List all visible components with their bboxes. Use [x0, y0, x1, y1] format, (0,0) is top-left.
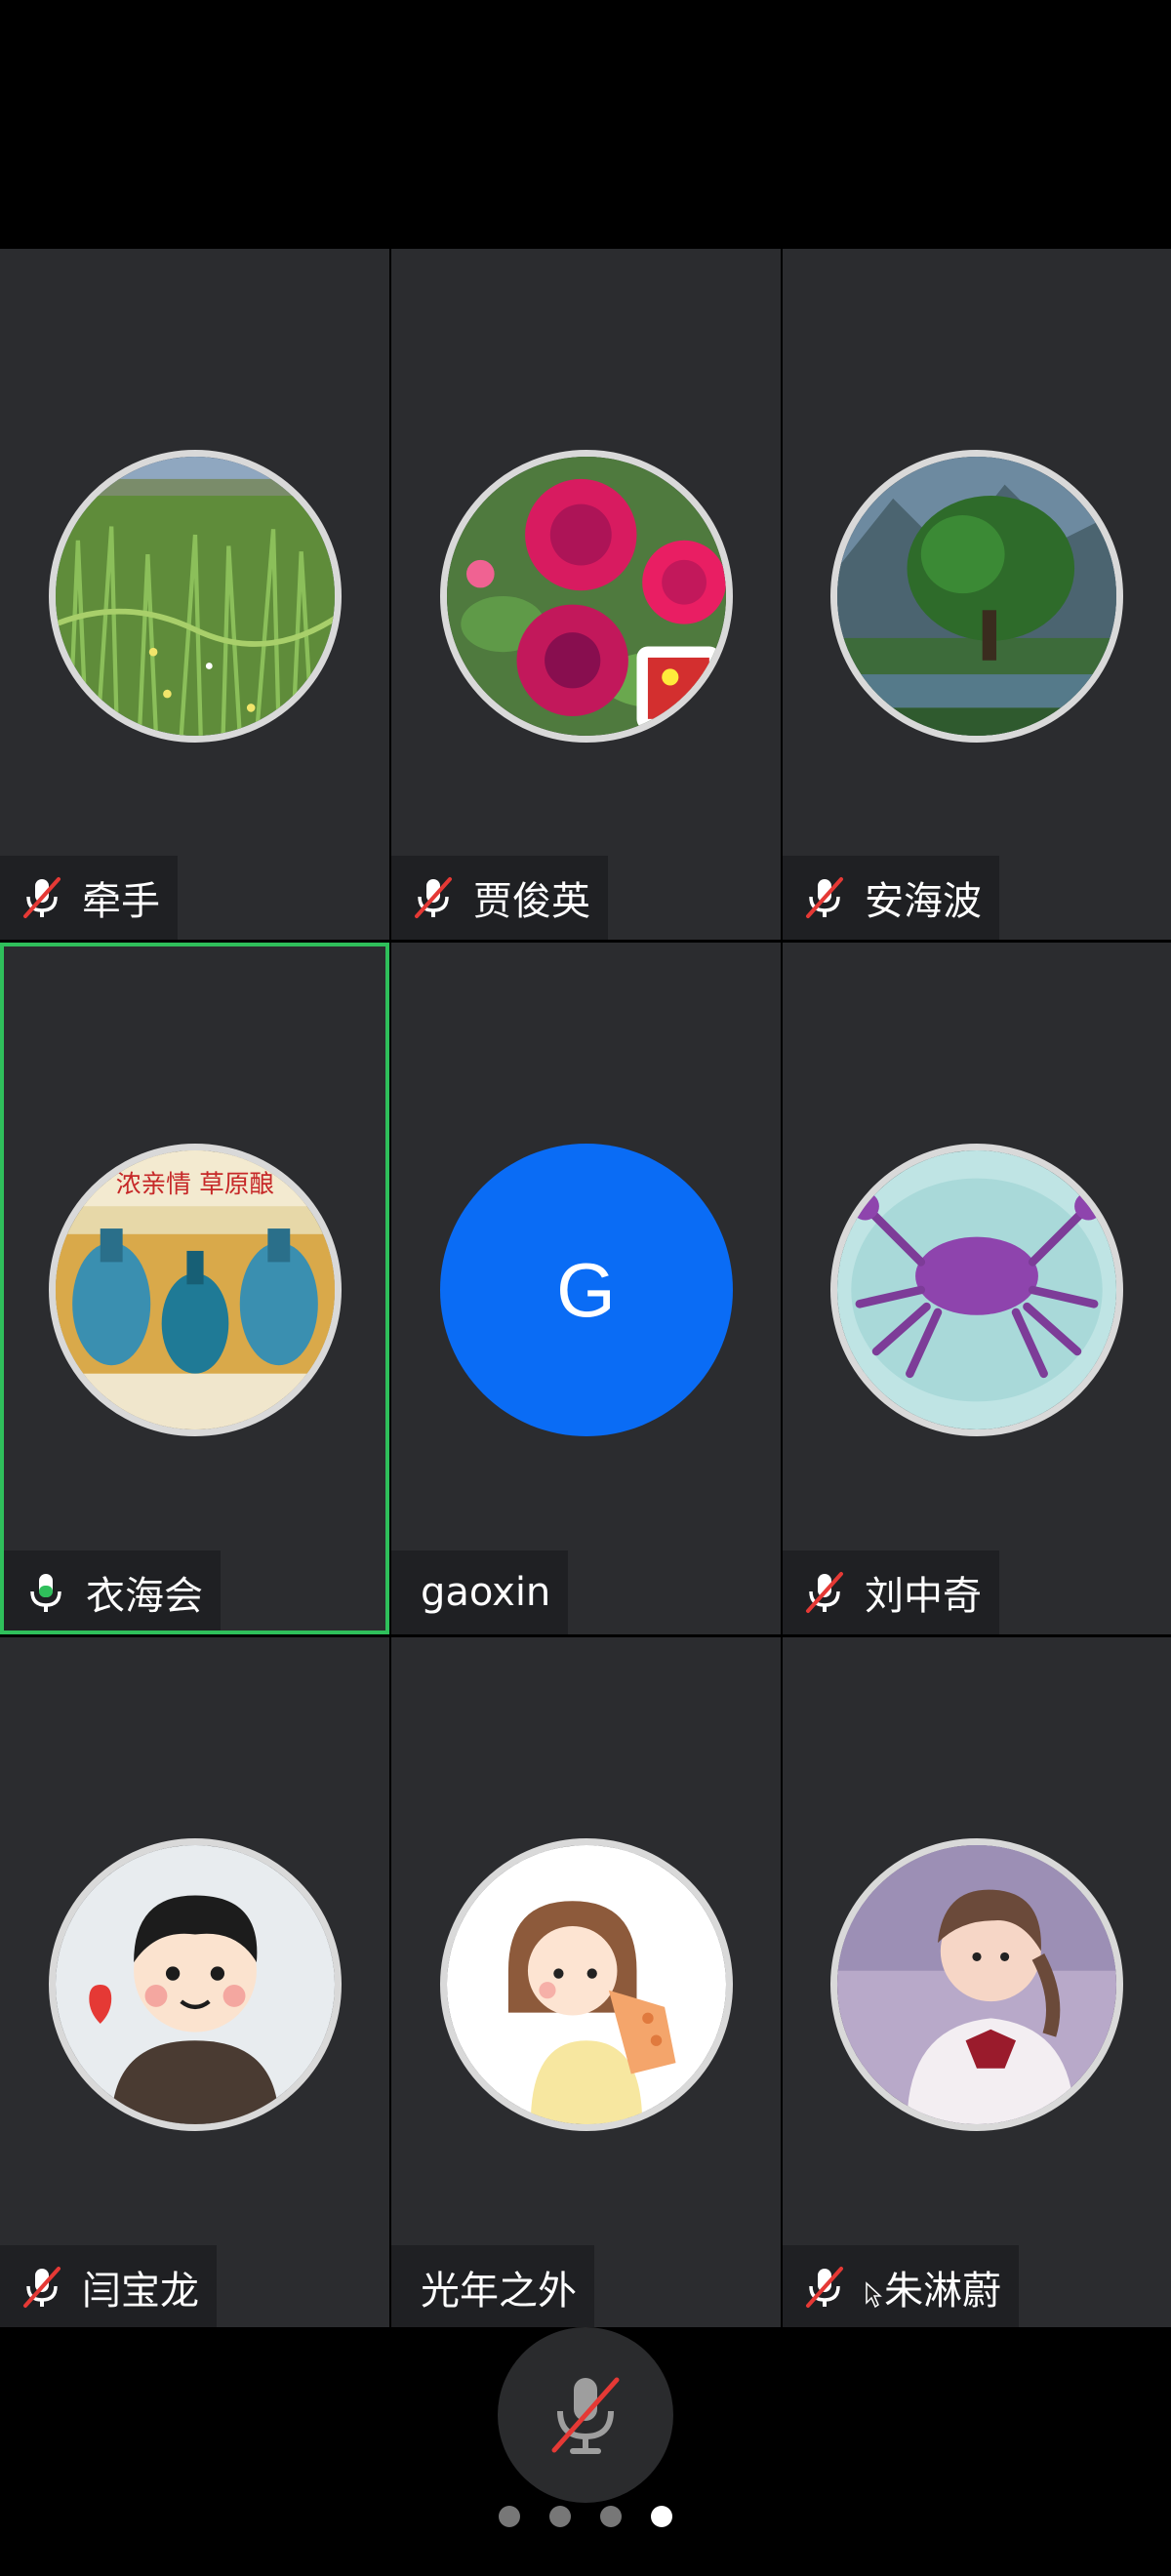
page-dot-2[interactable] — [549, 2506, 571, 2527]
mic-muted-icon — [409, 873, 458, 922]
pointer-cursor-icon — [865, 2274, 882, 2309]
name-tag: gaoxin — [391, 1550, 569, 1634]
microphone-muted-icon — [551, 2377, 620, 2454]
participant-name: 刘中奇 — [865, 1574, 982, 1619]
participant-tile[interactable]: 贾俊英 — [391, 249, 781, 940]
participant-name: 闫宝龙 — [82, 2269, 199, 2314]
page-indicator — [0, 2506, 1171, 2527]
participant-name: 贾俊英 — [473, 879, 590, 924]
participant-name: 安海波 — [865, 879, 982, 924]
name-tag: 贾俊英 — [391, 856, 608, 940]
avatar-cartoon-girl — [439, 1838, 733, 2131]
name-tag: 牵手 — [0, 856, 178, 940]
mic-muted-icon — [18, 2263, 66, 2312]
participant-name: gaoxin — [421, 1570, 551, 1615]
participant-tile[interactable]: 闫宝龙 — [0, 1637, 389, 2329]
participant-tile[interactable]: 安海波 — [783, 249, 1171, 940]
mic-muted-icon — [18, 873, 66, 922]
microphone-toggle-button[interactable] — [498, 2327, 673, 2503]
participant-tile[interactable]: 牵手 — [0, 249, 389, 940]
avatar-liquor-bottles: 浓亲情 草原酿 — [48, 1144, 342, 1436]
participant-tile[interactable]: 光年之外 — [391, 1637, 781, 2329]
name-tag: 安海波 — [783, 856, 999, 940]
participant-name: 牵手 — [82, 879, 160, 924]
mic-muted-icon — [800, 873, 849, 922]
avatar-grassland — [48, 450, 342, 743]
participant-tile-active-speaker[interactable]: 浓亲情 草原酿 衣海会 — [0, 943, 389, 1634]
page-dot-3[interactable] — [600, 2506, 622, 2527]
bottom-control-bar — [0, 2327, 1171, 2576]
page-dot-4-current[interactable] — [651, 2506, 672, 2527]
name-tag: 光年之外 — [391, 2245, 594, 2329]
avatar-peony — [439, 450, 733, 743]
participant-name: 衣海会 — [86, 1574, 203, 1619]
mic-muted-icon — [800, 1568, 849, 1617]
video-meeting-screen: 牵手 贾俊英 安海波 浓亲情 草原酿 衣海会 G gaoxin 刘中奇 闫宝龙 … — [0, 0, 1171, 2576]
participant-tile[interactable]: G gaoxin — [391, 943, 781, 1634]
name-tag: 闫宝龙 — [0, 2245, 217, 2329]
participant-tile[interactable]: 朱淋蔚 — [783, 1637, 1171, 2329]
mic-muted-icon — [800, 2263, 849, 2312]
mic-active-icon — [21, 1568, 70, 1617]
page-dot-1[interactable] — [499, 2506, 520, 2527]
name-tag: 朱淋蔚 — [783, 2245, 1019, 2329]
avatar-purple-crab — [830, 1144, 1123, 1436]
participant-name: 朱淋蔚 — [884, 2269, 1001, 2314]
avatar-cartoon-boy — [48, 1838, 342, 2131]
svg-text:浓亲情 草原酿: 浓亲情 草原酿 — [115, 1170, 274, 1199]
participant-name: 光年之外 — [421, 2269, 577, 2314]
avatar-tree-landscape — [830, 450, 1123, 743]
name-tag: 刘中奇 — [783, 1550, 999, 1634]
participant-grid: 牵手 贾俊英 安海波 浓亲情 草原酿 衣海会 G gaoxin 刘中奇 闫宝龙 … — [0, 249, 1171, 2329]
avatar-girl-photo — [830, 1838, 1123, 2131]
participant-tile[interactable]: 刘中奇 — [783, 943, 1171, 1634]
name-tag: 衣海会 — [4, 1550, 221, 1630]
avatar-letter: G — [439, 1144, 733, 1436]
